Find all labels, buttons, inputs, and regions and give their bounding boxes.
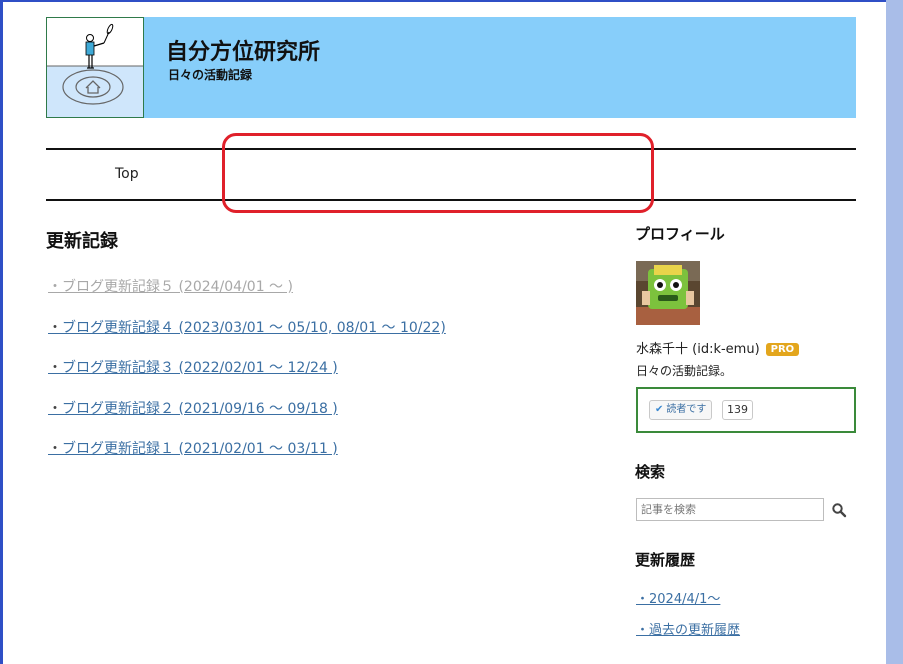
list-bullet: ・: [48, 279, 62, 295]
site-title[interactable]: 自分方位研究所: [166, 34, 320, 66]
window-frame-right: [886, 0, 903, 664]
annotation-highlight-box: [222, 133, 654, 213]
subscribe-button[interactable]: ✔ 読者です: [649, 400, 713, 420]
record-link-2[interactable]: ・ブログ更新記録２ (2021/09/16 ～ 09/18 ): [48, 398, 338, 418]
profile-name-text: 水森千十 (id:k-emu): [636, 342, 760, 357]
window-frame-top: [0, 0, 903, 2]
list-bullet: ・: [48, 360, 62, 376]
profile-name[interactable]: 水森千十 (id:k-emu) PRO: [636, 338, 800, 357]
site-subtitle: 日々の活動記録: [168, 68, 253, 82]
main-heading: 更新記録: [46, 231, 118, 252]
avatar-image-icon: [636, 261, 700, 325]
profile-description: 日々の活動記録。: [636, 364, 733, 378]
record-link-4[interactable]: ・ブログ更新記録４ (2023/03/01 ～ 05/10, 08/01 ～ 1…: [48, 317, 446, 337]
list-bullet: ・: [48, 401, 62, 417]
list-bullet: ・: [48, 441, 62, 457]
record-label: ブログ更新記録２: [62, 401, 174, 417]
profile-heading: プロフィール: [635, 225, 725, 243]
record-range: (2021/09/16 ～ 09/18 ): [174, 401, 338, 417]
record-range: (2022/02/01 ～ 12/24 ): [174, 360, 338, 376]
check-icon: ✔: [655, 404, 664, 415]
list-bullet: ・: [48, 320, 62, 336]
record-label: ブログ更新記録１: [62, 441, 174, 457]
update-link-current[interactable]: ・2024/4/1～: [636, 588, 720, 607]
subscribe-button-label: 読者です: [666, 404, 707, 415]
record-link-5[interactable]: ・ブログ更新記録５ (2024/04/01 ～ ): [48, 276, 293, 296]
record-label: ブログ更新記録４: [62, 320, 174, 336]
record-range: (2023/03/01 ～ 05/10, 08/01 ～ 10/22): [174, 320, 446, 336]
site-logo[interactable]: [46, 17, 144, 118]
search-heading: 検索: [635, 463, 666, 481]
updates-heading: 更新履歴: [635, 551, 696, 569]
record-label: ブログ更新記録５: [62, 279, 174, 295]
update-link-past[interactable]: ・過去の更新履歴: [636, 619, 740, 638]
reader-count[interactable]: 139: [722, 400, 753, 420]
pro-badge: PRO: [765, 343, 800, 356]
search-input[interactable]: [636, 498, 824, 521]
window-frame-left: [0, 0, 3, 664]
avatar[interactable]: [636, 261, 700, 325]
record-link-3[interactable]: ・ブログ更新記録３ (2022/02/01 ～ 12/24 ): [48, 357, 338, 377]
record-link-1[interactable]: ・ブログ更新記録１ (2021/02/01 ～ 03/11 ): [48, 438, 338, 458]
record-label: ブログ更新記録３: [62, 360, 174, 376]
nav-item-top[interactable]: Top: [115, 166, 139, 182]
search-icon[interactable]: [831, 502, 847, 518]
record-range: (2024/04/01 ～ ): [174, 279, 293, 295]
record-range: (2021/02/01 ～ 03/11 ): [174, 441, 338, 457]
reader-box: ✔ 読者です 139: [636, 387, 856, 433]
logo-figure-icon: [47, 23, 143, 117]
